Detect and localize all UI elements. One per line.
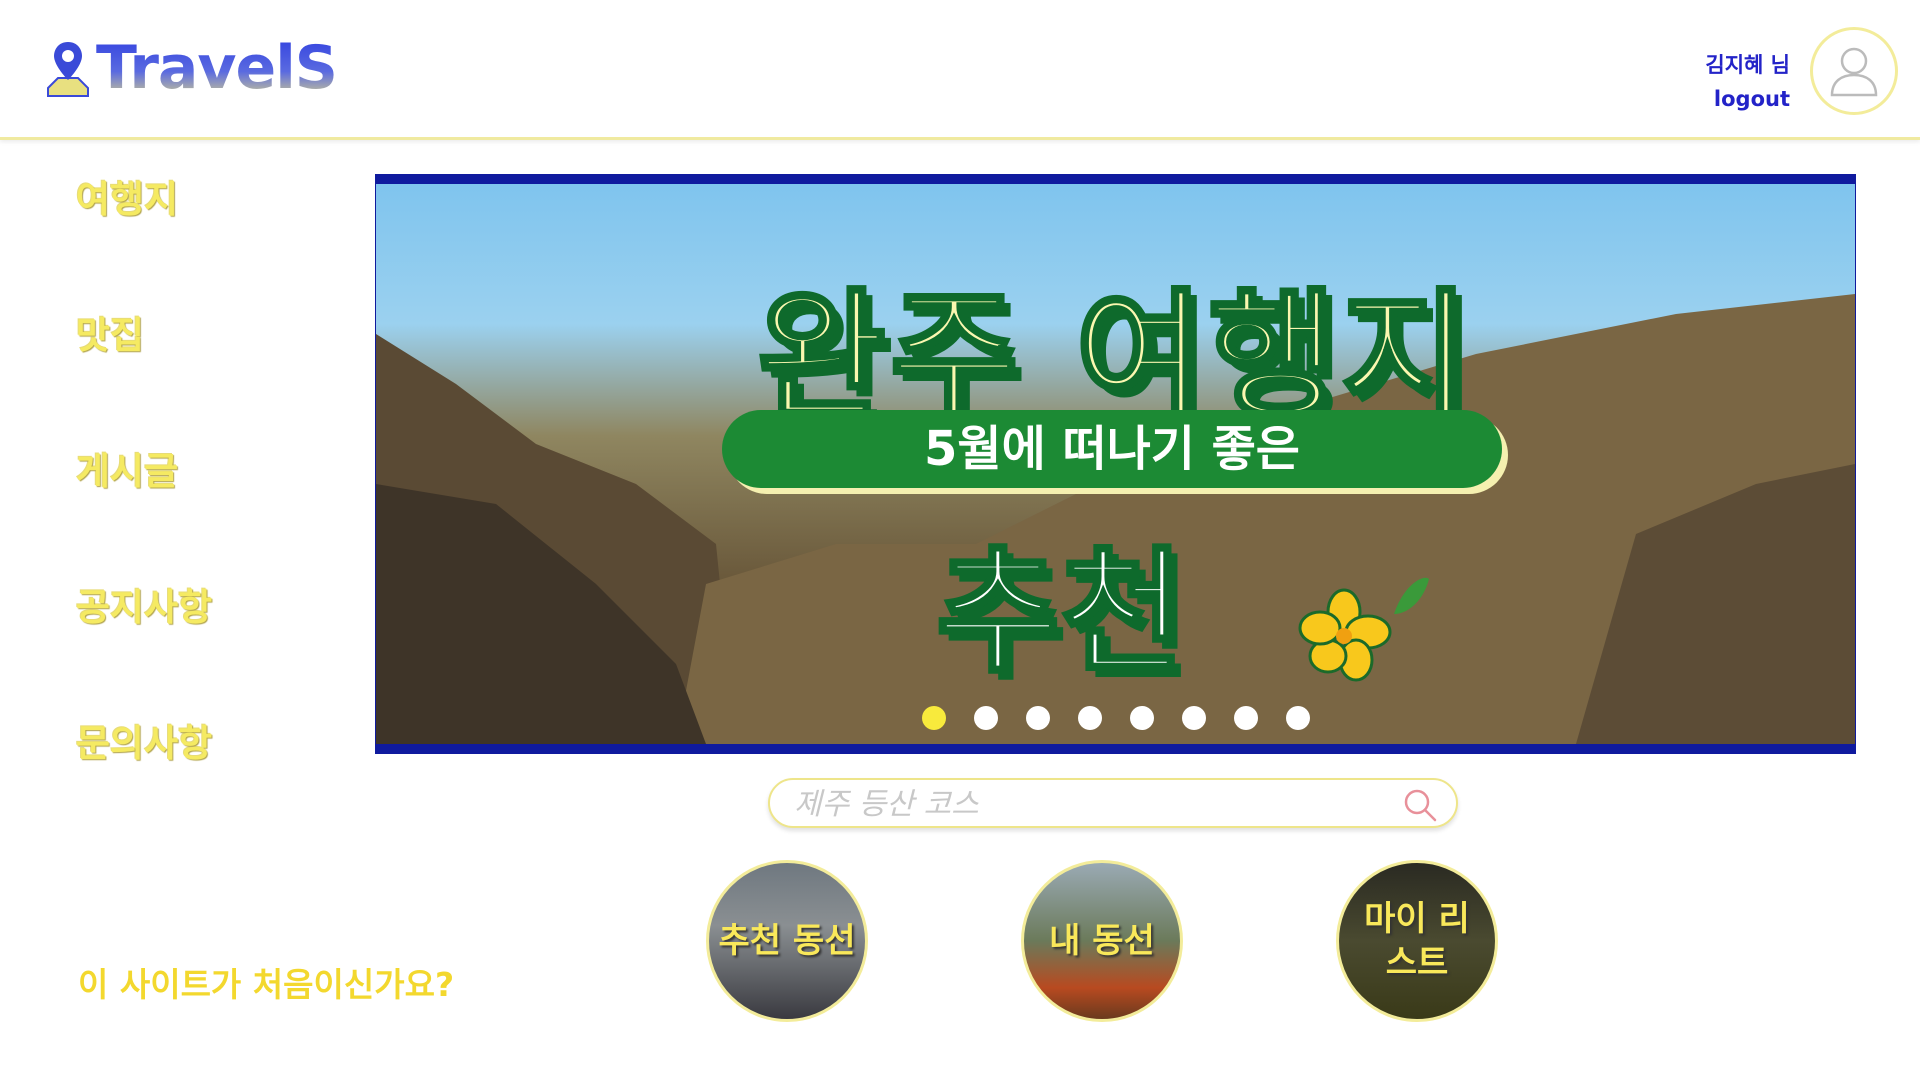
logo[interactable]: TravelS bbox=[44, 33, 338, 103]
map-pin-icon bbox=[47, 42, 89, 97]
carousel-dot[interactable] bbox=[1025, 706, 1050, 730]
sidebar-item-destinations[interactable]: 여행지 bbox=[76, 170, 212, 306]
search-bar bbox=[768, 778, 1458, 828]
user-block: 김지혜 님 logout bbox=[1705, 48, 1790, 116]
recommended-route-label: 추천 동선 bbox=[718, 921, 856, 961]
carousel-dots bbox=[376, 706, 1855, 730]
sidebar-item-posts[interactable]: 게시글 bbox=[76, 442, 212, 578]
carousel-dot[interactable] bbox=[973, 706, 998, 730]
avatar[interactable] bbox=[1810, 27, 1898, 115]
my-list-label: 마이 리스트 bbox=[1364, 899, 1470, 983]
sidebar-item-inquiries[interactable]: 문의사항 bbox=[76, 714, 212, 850]
search-icon[interactable] bbox=[1402, 787, 1438, 823]
carousel-dot[interactable] bbox=[1233, 706, 1258, 730]
sidebar-nav: 여행지 맛집 게시글 공지사항 문의사항 bbox=[76, 170, 212, 850]
my-list-button[interactable]: 마이 리스트 bbox=[1336, 860, 1498, 1022]
my-route-label: 내 동선 bbox=[1049, 921, 1155, 961]
user-name: 김지혜 님 bbox=[1705, 53, 1790, 77]
recommended-route-button[interactable]: 추천 동선 bbox=[706, 860, 868, 1022]
carousel-dot[interactable] bbox=[1285, 706, 1310, 730]
user-icon bbox=[1830, 47, 1878, 97]
logo-text: TravelS bbox=[96, 33, 338, 103]
sidebar-item-restaurants[interactable]: 맛집 bbox=[76, 306, 212, 442]
carousel-dot[interactable] bbox=[1181, 706, 1206, 730]
carousel-dot[interactable] bbox=[1077, 706, 1102, 730]
my-route-button[interactable]: 내 동선 bbox=[1021, 860, 1183, 1022]
sidebar-item-notices[interactable]: 공지사항 bbox=[76, 578, 212, 714]
top-header: TravelS 김지혜 님 logout bbox=[0, 0, 1920, 140]
carousel-dot[interactable] bbox=[921, 706, 946, 730]
carousel-dot[interactable] bbox=[1129, 706, 1154, 730]
banner-carousel[interactable]: 완주 여행지 5월에 떠나기 좋은 추천 bbox=[375, 174, 1856, 754]
flower-icon bbox=[1298, 577, 1429, 682]
banner-subtitle: 추천 bbox=[934, 532, 1186, 693]
first-visit-link[interactable]: 이 사이트가 처음이신가요? bbox=[78, 958, 454, 1006]
logout-link[interactable]: logout bbox=[1705, 82, 1790, 116]
search-input[interactable] bbox=[794, 786, 1374, 822]
banner-pill-text: 5월에 떠나기 좋은 bbox=[722, 410, 1502, 488]
